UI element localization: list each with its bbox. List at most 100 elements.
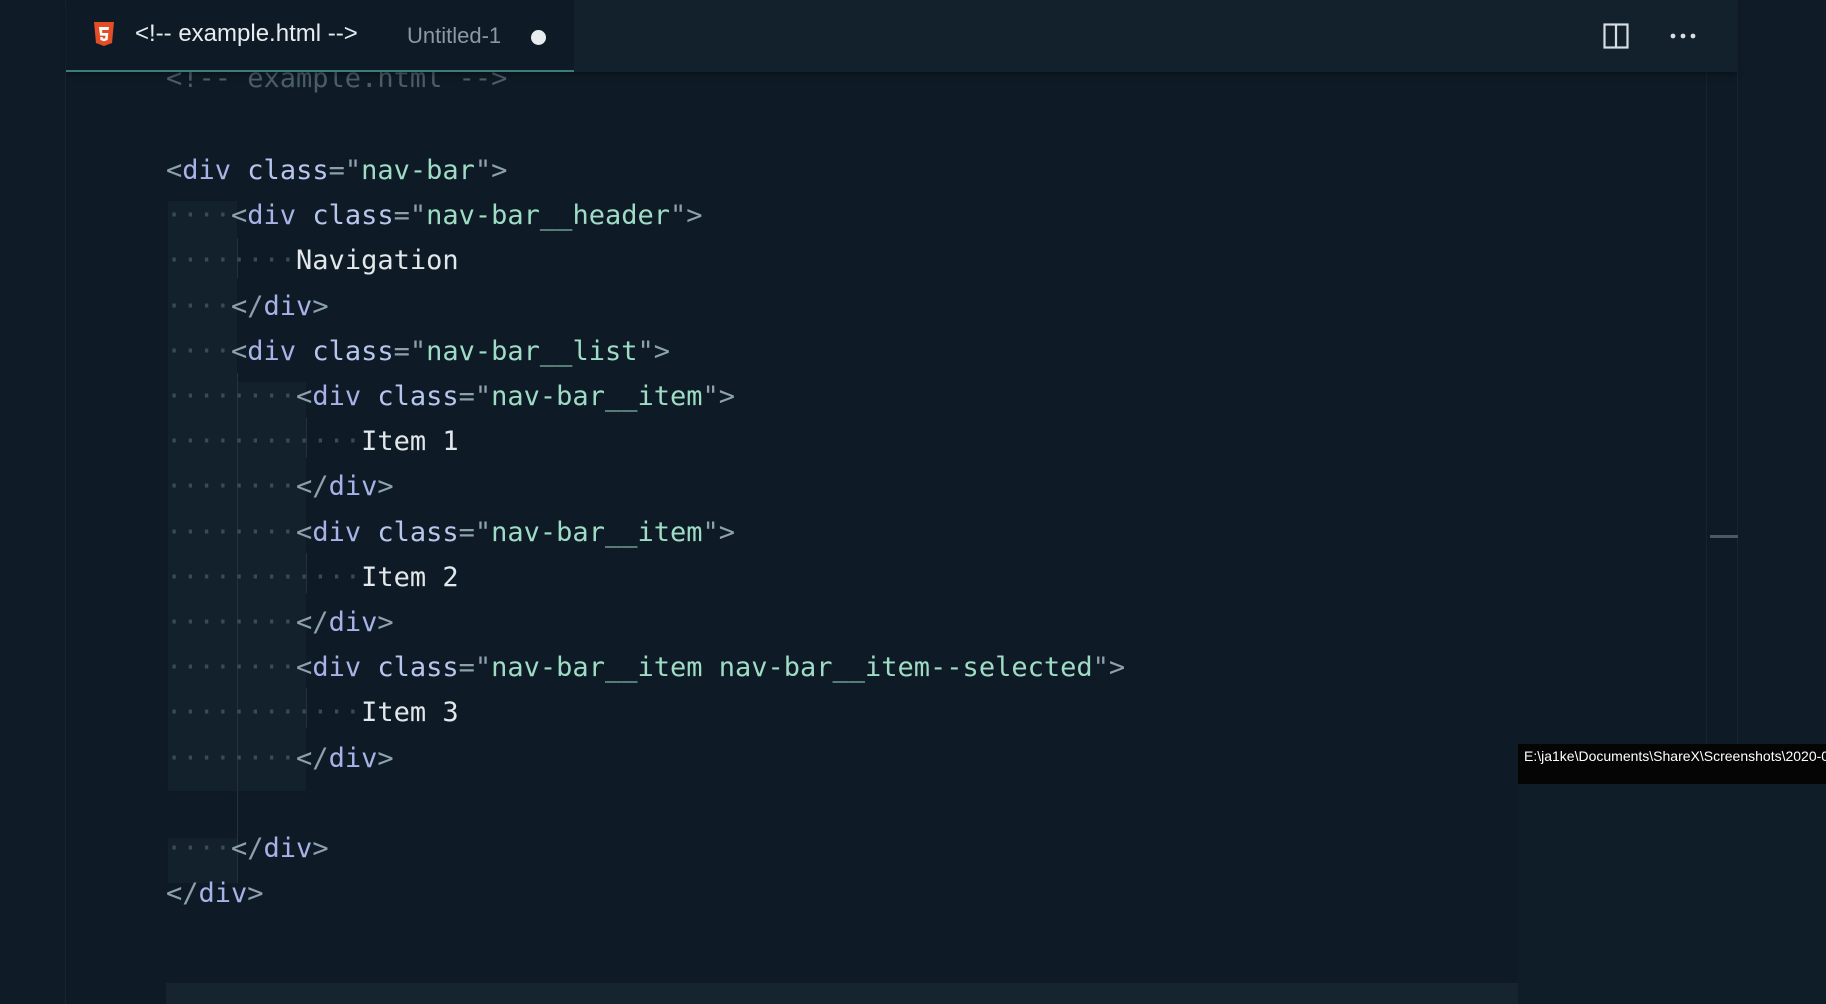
tag-bracket: </ [231,833,264,864]
more-actions-icon[interactable] [1668,23,1698,49]
tag-name: div [328,742,378,774]
tag-name: div [263,833,313,864]
tag-bracket: > [377,471,394,503]
tab-untitled-1[interactable]: <!-- example.html --> Untitled-1 [66,0,574,72]
tag-name: div [247,335,297,367]
tag-name: div [247,200,297,232]
code-line: ········</div> [166,464,394,509]
code-line: ····<div class="nav-bar__list"> [166,329,670,374]
indent-whitespace: ···· [166,200,232,232]
tag-bracket: < [296,381,313,412]
indent-whitespace: ············ [166,426,362,458]
code-line: ············Item 2 [166,555,459,600]
tag-bracket: > [312,833,329,864]
tag-bracket: "> [474,155,508,186]
indent-whitespace: ············ [166,561,362,593]
attribute-value: nav-bar__list [426,335,638,367]
tag-bracket: </ [166,878,199,910]
tag-name: div [328,471,378,503]
attribute-equals: =" [393,335,427,367]
code-line: ············Item 1 [166,419,459,464]
current-line-highlight [166,983,1519,1004]
tag-bracket: > [377,742,394,774]
indent-whitespace: ········ [166,516,297,548]
tag-bracket: > [377,607,394,638]
attribute-name: class [296,335,394,367]
attribute-equals: =" [458,652,492,684]
tag-bracket: "> [637,335,670,367]
tag-bracket: </ [296,471,329,503]
tag-name: div [182,155,232,186]
file-path-tooltip: E:\ja1ke\Documents\ShareX\Screenshots\20… [1518,744,1826,784]
tag-bracket: "> [702,381,735,412]
indent-whitespace: ···· [166,335,232,367]
code-line: ····</div> [166,284,329,329]
attribute-value: nav-bar [361,155,475,186]
attribute-value: nav-bar__item [491,516,703,548]
code-line: ········<div class="nav-bar__item nav-ba… [166,645,1125,690]
attribute-name: class [361,516,459,548]
text-content: Item 2 [361,561,459,593]
tag-bracket: < [296,516,313,548]
code-line: ····<div class="nav-bar__header"> [166,193,703,238]
tag-name: div [312,516,362,548]
attribute-name: class [231,155,329,186]
code-line: <div class="nav-bar"> [166,148,507,193]
tab-title: <!-- example.html --> [135,20,358,47]
attribute-equals: =" [458,381,492,412]
unsaved-dot-icon[interactable] [531,30,546,45]
indent-whitespace: ···· [166,833,232,864]
indent-whitespace: ········ [166,381,297,412]
html5-icon [94,22,114,46]
tag-bracket: </ [296,742,329,774]
tag-bracket: < [166,155,183,186]
code-line: </div> [166,871,264,916]
code-line: ····</div> [166,826,329,871]
tag-bracket: < [231,335,248,367]
split-editor-icon[interactable] [1603,23,1629,49]
tag-bracket: > [312,290,329,322]
code-line: ········Navigation [166,238,459,283]
tag-name: div [263,290,313,322]
indent-whitespace: ········ [166,607,297,638]
tag-bracket: < [296,652,313,684]
code-line: ········</div> [166,600,394,645]
code-line: ········<div class="nav-bar__item"> [166,510,735,555]
tag-name: div [328,607,378,638]
indent-whitespace: ········ [166,652,297,684]
editor-window: <!-- example.html --> Untitled-1 <!-- ex… [65,0,1738,1004]
attribute-value: nav-bar__item nav-bar__item--selected [491,652,1093,684]
code-line: ············Item 3 [166,690,459,735]
tag-bracket: "> [669,200,703,232]
code-editor[interactable]: <!-- example.html --> <div class="nav-ba… [66,58,1737,1004]
text-content: Item 1 [361,426,459,458]
tag-bracket: </ [231,290,264,322]
code-line: ········</div> [166,736,394,781]
outer-background-left [0,0,65,1004]
tag-bracket: "> [1092,652,1126,684]
indent-whitespace: ···· [166,290,232,322]
code-line: ········<div class="nav-bar__item"> [166,374,735,419]
tag-bracket: </ [296,607,329,638]
indent-whitespace: ············ [166,697,362,729]
tag-name: div [312,652,362,684]
tag-name: div [312,381,362,412]
attribute-name: class [361,381,459,412]
attribute-equals: =" [393,200,427,232]
attribute-name: class [361,652,459,684]
text-content: Item 3 [361,697,459,729]
indent-whitespace: ········ [166,471,297,503]
tag-name: div [198,878,248,910]
attribute-value: nav-bar__header [426,200,670,232]
indent-whitespace: ········ [166,245,297,277]
indent-whitespace: ········ [166,742,297,774]
tag-bracket: "> [702,516,735,548]
attribute-name: class [296,200,394,232]
tooltip-panel: E:\ja1ke\Documents\ShareX\Screenshots\20… [1518,744,1826,1004]
tag-bracket: < [231,200,248,232]
attribute-equals: =" [328,155,362,186]
tab-description: Untitled-1 [407,23,502,48]
tab-bar: <!-- example.html --> Untitled-1 [66,0,1737,72]
attribute-value: nav-bar__item [491,381,703,412]
tag-bracket: > [247,878,264,910]
